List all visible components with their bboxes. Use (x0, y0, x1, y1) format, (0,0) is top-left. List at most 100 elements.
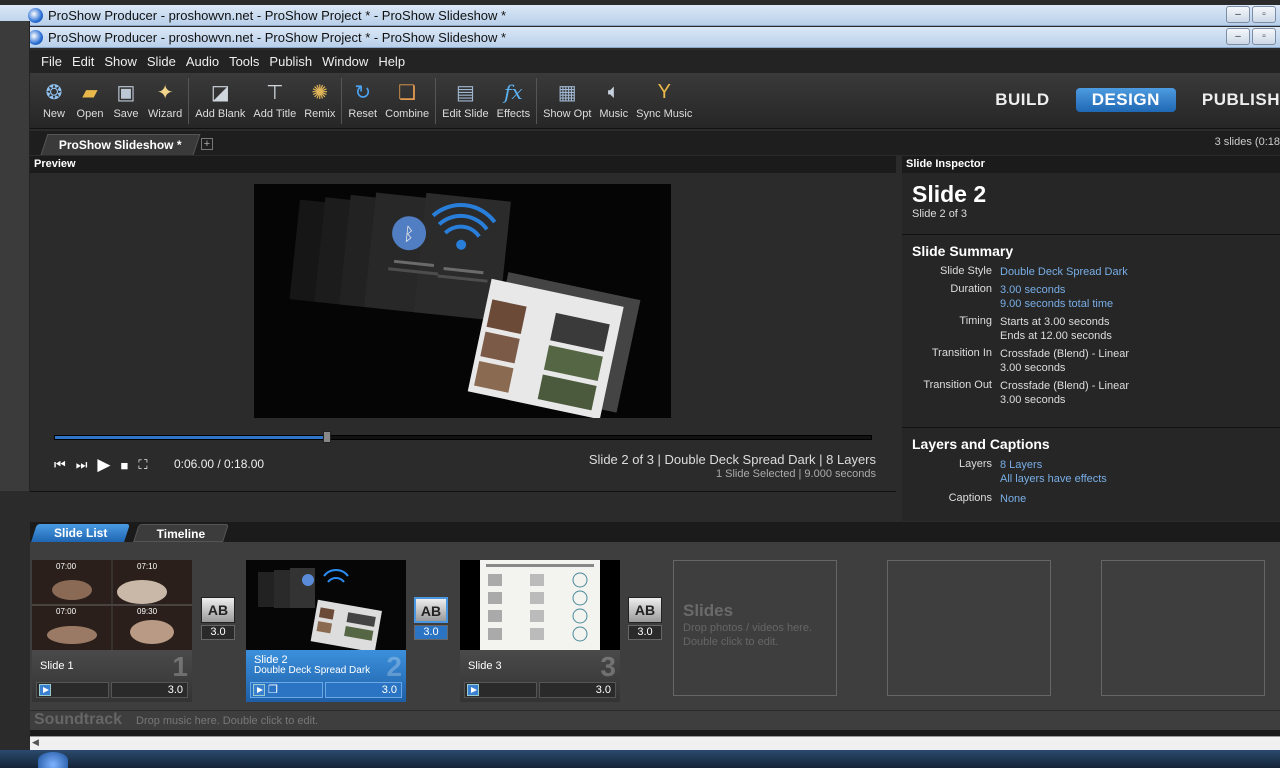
sync-music-button[interactable]: Y Sync Music (632, 73, 696, 121)
show-opt-button[interactable]: ▦ Show Opt (539, 73, 595, 121)
summary-row-duration: Duration 3.00 seconds 9.00 seconds total… (950, 283, 1114, 311)
slide-play-icon[interactable] (253, 684, 265, 696)
transition-ab-icon: AB (201, 597, 235, 623)
maximize-icon[interactable]: ▫ (1252, 6, 1276, 23)
slide-info-3: Slide 3 3 3.0 (460, 650, 620, 702)
add-blank-button[interactable]: ◪ Add Blank (191, 73, 249, 121)
wizard-button[interactable]: ✦ Wizard (144, 73, 186, 121)
windows-taskbar (0, 750, 1280, 768)
mode-publish[interactable]: PUBLISH (1186, 88, 1280, 112)
slide-item-3[interactable]: Slide 3 3 3.0 (460, 560, 620, 702)
horizontal-scrollbar[interactable]: ◀ (30, 736, 1280, 750)
reset-button[interactable]: ↻ Reset (344, 73, 381, 121)
slide-style-link[interactable]: Double Deck Spread Dark (1000, 265, 1128, 279)
empty-slides-hint: Double click to edit. (683, 636, 779, 648)
add-title-button[interactable]: ⊤ Add Title (249, 73, 300, 121)
sync-music-icon: Y (657, 80, 671, 103)
preview-scrubber[interactable] (54, 431, 872, 443)
slide-inspector: Slide 2 Slide 2 of 3 Slide Summary Slide… (902, 173, 1280, 521)
start-button-icon[interactable] (38, 752, 68, 768)
minimize-icon[interactable]: – (1226, 6, 1250, 23)
maximize-icon[interactable]: ▫ (1252, 28, 1276, 45)
menu-help[interactable]: Help (373, 54, 410, 69)
edit-slide-button[interactable]: ▤ Edit Slide (438, 73, 492, 121)
slide-item-2[interactable]: Slide 2 Double Deck Spread Dark 2 ❐ 3.0 (246, 560, 406, 702)
menu-audio[interactable]: Audio (181, 54, 224, 69)
slide-1-time-label: 07:00 (56, 607, 77, 616)
tab-proshow-slideshow[interactable]: ProShow Slideshow * (40, 134, 201, 155)
transition-ab-icon: AB (414, 597, 448, 623)
slide-duration[interactable]: 3.0 (325, 682, 402, 698)
tab-slide-list[interactable]: Slide List (31, 524, 131, 542)
menu-show[interactable]: Show (99, 54, 142, 69)
transition-3[interactable]: AB 3.0 (628, 597, 664, 640)
effects-icon: fx (504, 80, 523, 104)
stop-icon[interactable]: ■ (120, 458, 128, 473)
mode-design[interactable]: DESIGN (1075, 88, 1176, 112)
layer-effects-link[interactable]: All layers have effects (1000, 472, 1107, 486)
music-button[interactable]: 🔈︎ Music (595, 73, 632, 121)
preview-panel: ᛒ ⏮︎ ⏭︎ ▶ ■ ⛶ 0:06.00 / 0:18.00 Slide 2 … (30, 173, 896, 489)
menu-slide[interactable]: Slide (142, 54, 181, 69)
slide-play-icon[interactable] (467, 684, 479, 696)
play-icon[interactable]: ▶ (97, 455, 110, 475)
remix-button[interactable]: ✺ Remix (300, 73, 339, 121)
scrubber-handle[interactable] (322, 431, 331, 443)
previous-icon[interactable]: ⏮︎ (54, 457, 66, 473)
combine-icon: ❏ (398, 81, 417, 104)
empty-slide-drop-zone[interactable]: Slides Drop photos / videos here. Double… (673, 560, 837, 696)
window-titlebar[interactable]: ProShow Producer - proshowvn.net - ProSh… (0, 27, 1280, 48)
fullscreen-icon[interactable]: ⛶ (138, 457, 147, 473)
add-title-icon: ⊤ (266, 81, 284, 104)
transition-1[interactable]: AB 3.0 (201, 597, 237, 640)
preview-header: Preview (30, 156, 896, 173)
window-buttons-back: – ▫ (1226, 6, 1276, 23)
summary-row-transition-out: Transition Out Crossfade (Blend) - Linea… (923, 379, 1130, 406)
window-title-back: ProShow Producer - proshowvn.net - ProSh… (48, 8, 507, 23)
save-button[interactable]: ▣ Save (108, 73, 144, 121)
slide-item-1[interactable]: 07:00 07:10 07:00 09:30 Slide 1 1 3.0 (32, 560, 192, 702)
menu-tools[interactable]: Tools (224, 54, 264, 69)
scroll-left-icon[interactable]: ◀ (32, 737, 39, 748)
transition-time[interactable]: 3.0 (414, 625, 448, 640)
mode-build[interactable]: BUILD (979, 88, 1065, 112)
slide-list-area: 07:00 07:10 07:00 09:30 Slide 1 1 3.0 AB… (30, 542, 1280, 710)
new-button[interactable]: ❂ New (36, 73, 72, 121)
menu-edit[interactable]: Edit (67, 54, 99, 69)
add-tab-icon[interactable]: + (201, 138, 213, 150)
layers-icon: ❐ (268, 684, 278, 696)
duration-link[interactable]: 3.00 seconds (1000, 283, 1113, 297)
inspector-slide-title: Slide 2 (912, 181, 987, 207)
transition-2[interactable]: AB 3.0 (414, 597, 450, 640)
effects-button[interactable]: fx Effects (493, 73, 534, 120)
window-titlebar-back[interactable]: ProShow Producer - proshowvn.net - ProSh… (0, 5, 1280, 26)
minimize-icon[interactable]: – (1226, 28, 1250, 45)
toolbar-separator (341, 78, 343, 124)
slide-play-icon[interactable] (39, 684, 51, 696)
slide-duration[interactable]: 3.0 (111, 682, 188, 698)
next-icon[interactable]: ⏭︎ (76, 457, 88, 473)
menu-file[interactable]: File (36, 54, 67, 69)
layers-link[interactable]: 8 Layers (1000, 458, 1107, 472)
captions-link[interactable]: None (1000, 492, 1026, 506)
empty-slide-drop-zone[interactable] (1101, 560, 1265, 696)
transition-time[interactable]: 3.0 (628, 625, 662, 640)
menu-publish[interactable]: Publish (264, 54, 317, 69)
slide-duration[interactable]: 3.0 (539, 682, 616, 698)
empty-slide-drop-zone[interactable] (887, 560, 1051, 696)
slide-name: Slide 3 (468, 660, 502, 672)
slide-duration-bar: ❐ 3.0 (250, 682, 402, 698)
soundtrack-track[interactable]: Soundtrack Drop music here. Double click… (30, 710, 1280, 730)
menu-window[interactable]: Window (317, 54, 373, 69)
combine-button[interactable]: ❏ Combine (381, 73, 433, 121)
proshow-app-icon (28, 30, 43, 45)
slide-number: 3 (600, 651, 616, 682)
preview-timecode: 0:06.00 / 0:18.00 (174, 457, 265, 471)
total-time-link[interactable]: 9.00 seconds total time (1000, 297, 1113, 311)
add-blank-icon: ◪ (210, 81, 230, 104)
transition-time[interactable]: 3.0 (201, 625, 235, 640)
tab-timeline[interactable]: Timeline (133, 524, 230, 542)
toolbar-separator (536, 78, 538, 124)
slide-summary-section: Slide Summary Slide Style Double Deck Sp… (902, 235, 1280, 428)
open-button[interactable]: ▰ Open (72, 73, 108, 121)
